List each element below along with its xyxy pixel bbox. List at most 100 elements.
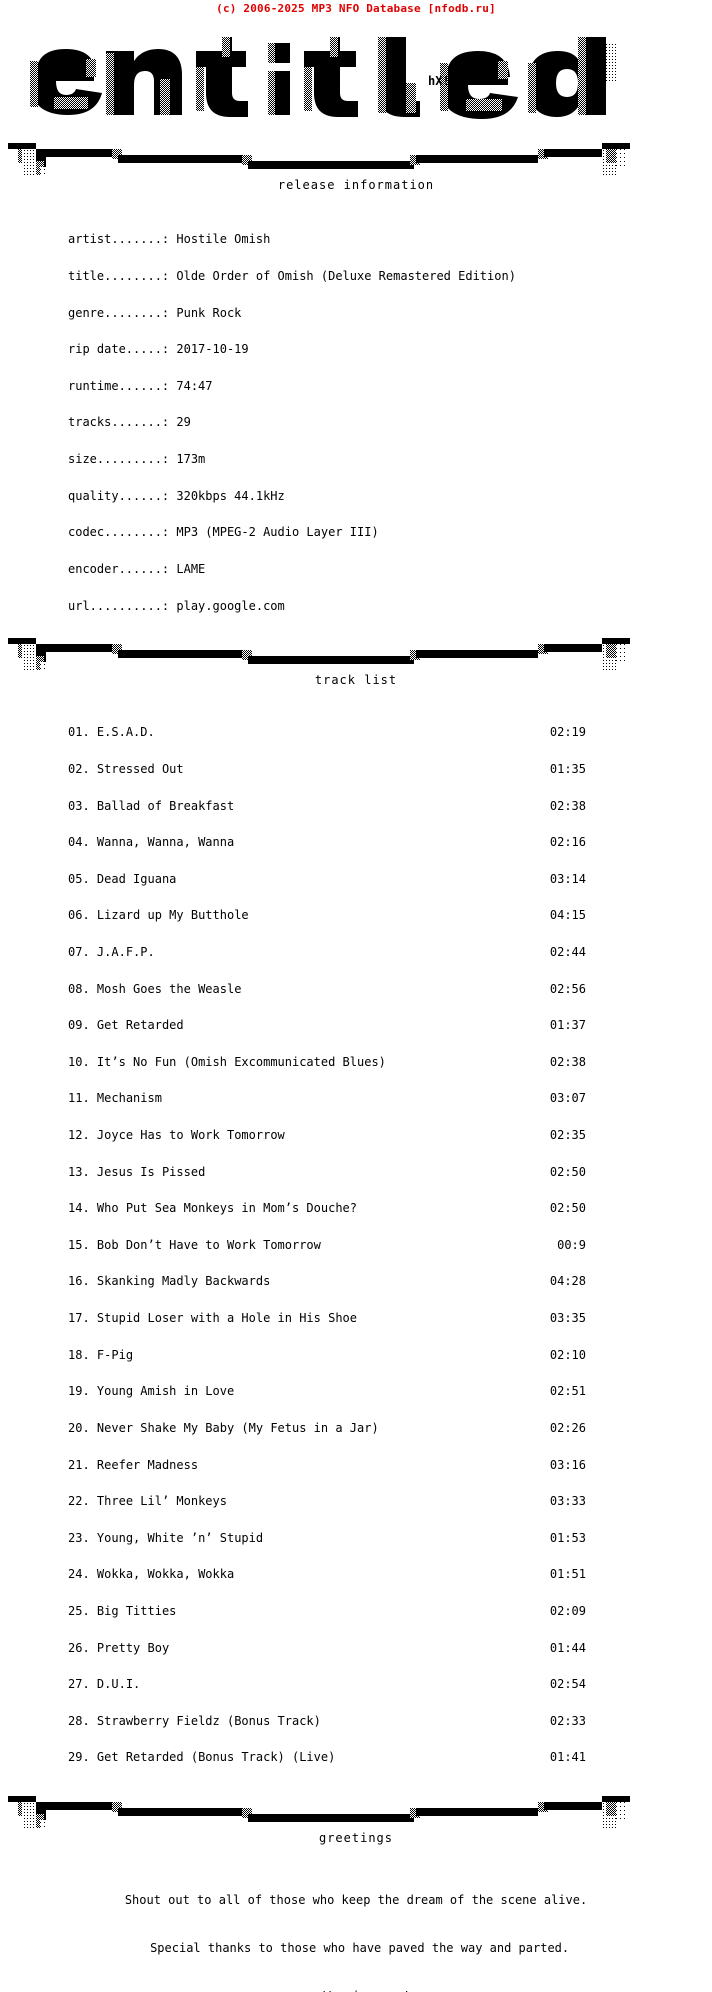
- track-duration: 04:15: [549, 908, 586, 923]
- info-row: tracks.......: 29: [68, 416, 712, 428]
- track-duration: 01:35: [549, 761, 586, 776]
- track-label: 11. Mechanism: [68, 1091, 162, 1106]
- track-label: 05. Dead Iguana: [68, 871, 177, 886]
- track-duration: 02:56: [549, 981, 586, 996]
- track-row: 24. Wokka, Wokka, Wokka 01:51: [68, 1568, 586, 1580]
- copyright-banner: (c) 2006-2025 MP3 NFO Database [nfodb.ru…: [216, 2, 496, 15]
- track-row: 12. Joyce Has to Work Tomorrow 02:35: [68, 1129, 586, 1141]
- info-value: 74:47: [176, 378, 213, 393]
- track-duration: 02:51: [549, 1384, 586, 1399]
- track-row: 16. Skanking Madly Backwards 04:28: [68, 1275, 586, 1287]
- track-row: 04. Wanna, Wanna, Wanna 02:16: [68, 836, 586, 848]
- track-row: 01. E.S.A.D. 02:19: [68, 726, 586, 738]
- ascii-logo-art: [30, 37, 618, 119]
- release-information-block: artist.......: Hostile Omish title......…: [68, 209, 712, 624]
- info-label: url..........:: [68, 598, 177, 613]
- track-label: 26. Pretty Boy: [68, 1640, 170, 1655]
- info-row: url..........: play.google.com: [68, 598, 712, 613]
- info-label: genre........:: [68, 305, 177, 320]
- greeting-line: Shout out to all of those who keep the d…: [124, 1892, 588, 1907]
- track-row: 03. Ballad of Breakfast 02:38: [68, 799, 586, 811]
- track-row: 06. Lizard up My Butthole 04:15: [68, 909, 586, 921]
- track-label: 01. E.S.A.D.: [68, 725, 155, 740]
- info-label: tracks.......:: [68, 415, 177, 430]
- info-row: genre........: Punk Rock: [68, 307, 712, 319]
- track-label: 20. Never Shake My Baby (My Fetus in a J…: [68, 1420, 379, 1435]
- track-row: 09. Get Retarded 01:37: [68, 1019, 586, 1031]
- track-label: 23. Young, White ’n’ Stupid: [68, 1530, 264, 1545]
- track-label: 28. Strawberry Fieldz (Bonus Track): [68, 1713, 321, 1728]
- section-heading-track-list: track list: [314, 672, 398, 687]
- info-row: artist.......: Hostile Omish: [68, 233, 712, 245]
- track-row: 21. Reefer Madness 03:16: [68, 1457, 586, 1472]
- track-duration: 02:09: [549, 1603, 586, 1618]
- track-duration: 01:53: [549, 1530, 586, 1545]
- info-value: 173m: [176, 452, 206, 467]
- track-label: 02. Stressed Out: [68, 761, 184, 776]
- track-duration: 03:07: [549, 1091, 586, 1106]
- track-row: 28. Strawberry Fieldz (Bonus Track) 02:33: [68, 1715, 586, 1727]
- track-row: 19. Young Amish in Love 02:51: [68, 1385, 586, 1397]
- track-label: 22. Three Lil’ Monkeys: [68, 1494, 227, 1509]
- track-duration: 02:50: [549, 1164, 586, 1179]
- track-row: 15. Bob Don’t Have to Work Tomorrow 00:9: [68, 1239, 586, 1251]
- track-label: 13. Jesus Is Pissed: [68, 1164, 206, 1179]
- track-label: 21. Reefer Madness: [68, 1457, 199, 1472]
- info-value: LAME: [176, 561, 206, 576]
- section-divider-greetings: [0, 1794, 712, 1832]
- track-duration: 03:33: [549, 1494, 586, 1509]
- track-row: 17. Stupid Loser with a Hole in His Shoe…: [68, 1312, 586, 1324]
- info-value: Olde Order of Omish (Deluxe Remastered E…: [176, 269, 516, 284]
- info-value: Hostile Omish: [176, 232, 271, 247]
- track-duration: 00:9: [557, 1237, 586, 1252]
- track-label: 15. Bob Don’t Have to Work Tomorrow: [68, 1237, 321, 1252]
- info-label: title........:: [68, 269, 177, 284]
- track-duration: 02:50: [549, 1201, 586, 1216]
- info-row: codec........: MP3 (MPEG-2 Audio Layer I…: [68, 526, 712, 538]
- track-label: 29. Get Retarded (Bonus Track) (Live): [68, 1750, 336, 1765]
- track-label: 25. Big Titties: [68, 1603, 177, 1618]
- track-label: 07. J.A.F.P.: [68, 944, 155, 959]
- track-row: 13. Jesus Is Pissed 02:50: [68, 1164, 586, 1179]
- track-label: 17. Stupid Loser with a Hole in His Shoe: [68, 1311, 358, 1326]
- track-label: 10. It’s No Fun (Omish Excommunicated Bl…: [68, 1054, 386, 1069]
- track-label: 18. F-Pig: [68, 1347, 134, 1362]
- info-value: play.google.com: [176, 598, 285, 613]
- info-row: quality......: 320kbps 44.1kHz: [68, 490, 712, 502]
- info-label: artist.......:: [68, 232, 177, 247]
- track-row: 14. Who Put Sea Monkeys in Mom’s Douche?…: [68, 1202, 586, 1214]
- track-duration: 02:26: [549, 1420, 586, 1435]
- track-label: 19. Young Amish in Love: [68, 1384, 235, 1399]
- track-row: 23. Young, White ’n’ Stupid 01:53: [68, 1532, 586, 1544]
- greeting-line: We miss you!: [0, 1988, 712, 1992]
- track-duration: 02:16: [549, 835, 586, 850]
- info-value: MP3 (MPEG-2 Audio Layer III): [176, 525, 379, 540]
- divider-art: [8, 637, 630, 674]
- track-row: 18. F-Pig 02:10: [68, 1347, 586, 1362]
- info-label: rip date.....:: [68, 342, 177, 357]
- track-duration: 01:44: [549, 1640, 586, 1655]
- track-duration: 02:10: [549, 1347, 586, 1362]
- track-row: 27. D.U.I. 02:54: [68, 1678, 586, 1690]
- track-duration: 02:35: [549, 1128, 586, 1143]
- track-label: 16. Skanking Madly Backwards: [68, 1274, 271, 1289]
- track-duration: 02:38: [549, 1054, 586, 1069]
- info-row: size.........: 173m: [68, 453, 712, 465]
- track-row: 11. Mechanism 03:07: [68, 1092, 586, 1104]
- info-label: codec........:: [68, 525, 177, 540]
- track-duration: 02:33: [549, 1713, 586, 1728]
- track-row: 26. Pretty Boy 01:44: [68, 1640, 586, 1655]
- track-duration: 03:16: [549, 1457, 586, 1472]
- info-value: 29: [176, 415, 191, 430]
- track-row: 10. It’s No Fun (Omish Excommunicated Bl…: [68, 1056, 586, 1068]
- track-row: 29. Get Retarded (Bonus Track) (Live) 01:…: [68, 1751, 586, 1763]
- track-list-block: 01. E.S.A.D. 02:19 02. Stressed Out 01:35 …: [68, 702, 586, 1776]
- info-value: Punk Rock: [176, 305, 242, 320]
- section-heading-release-information: release information: [277, 178, 435, 192]
- track-label: 24. Wokka, Wokka, Wokka: [68, 1567, 235, 1582]
- track-row: 22. Three Lil’ Monkeys 03:33: [68, 1495, 586, 1507]
- track-duration: 02:44: [549, 944, 586, 959]
- track-row: 05. Dead Iguana 03:14: [68, 873, 586, 885]
- info-label: size.........:: [68, 452, 177, 467]
- info-label: runtime......:: [68, 378, 177, 393]
